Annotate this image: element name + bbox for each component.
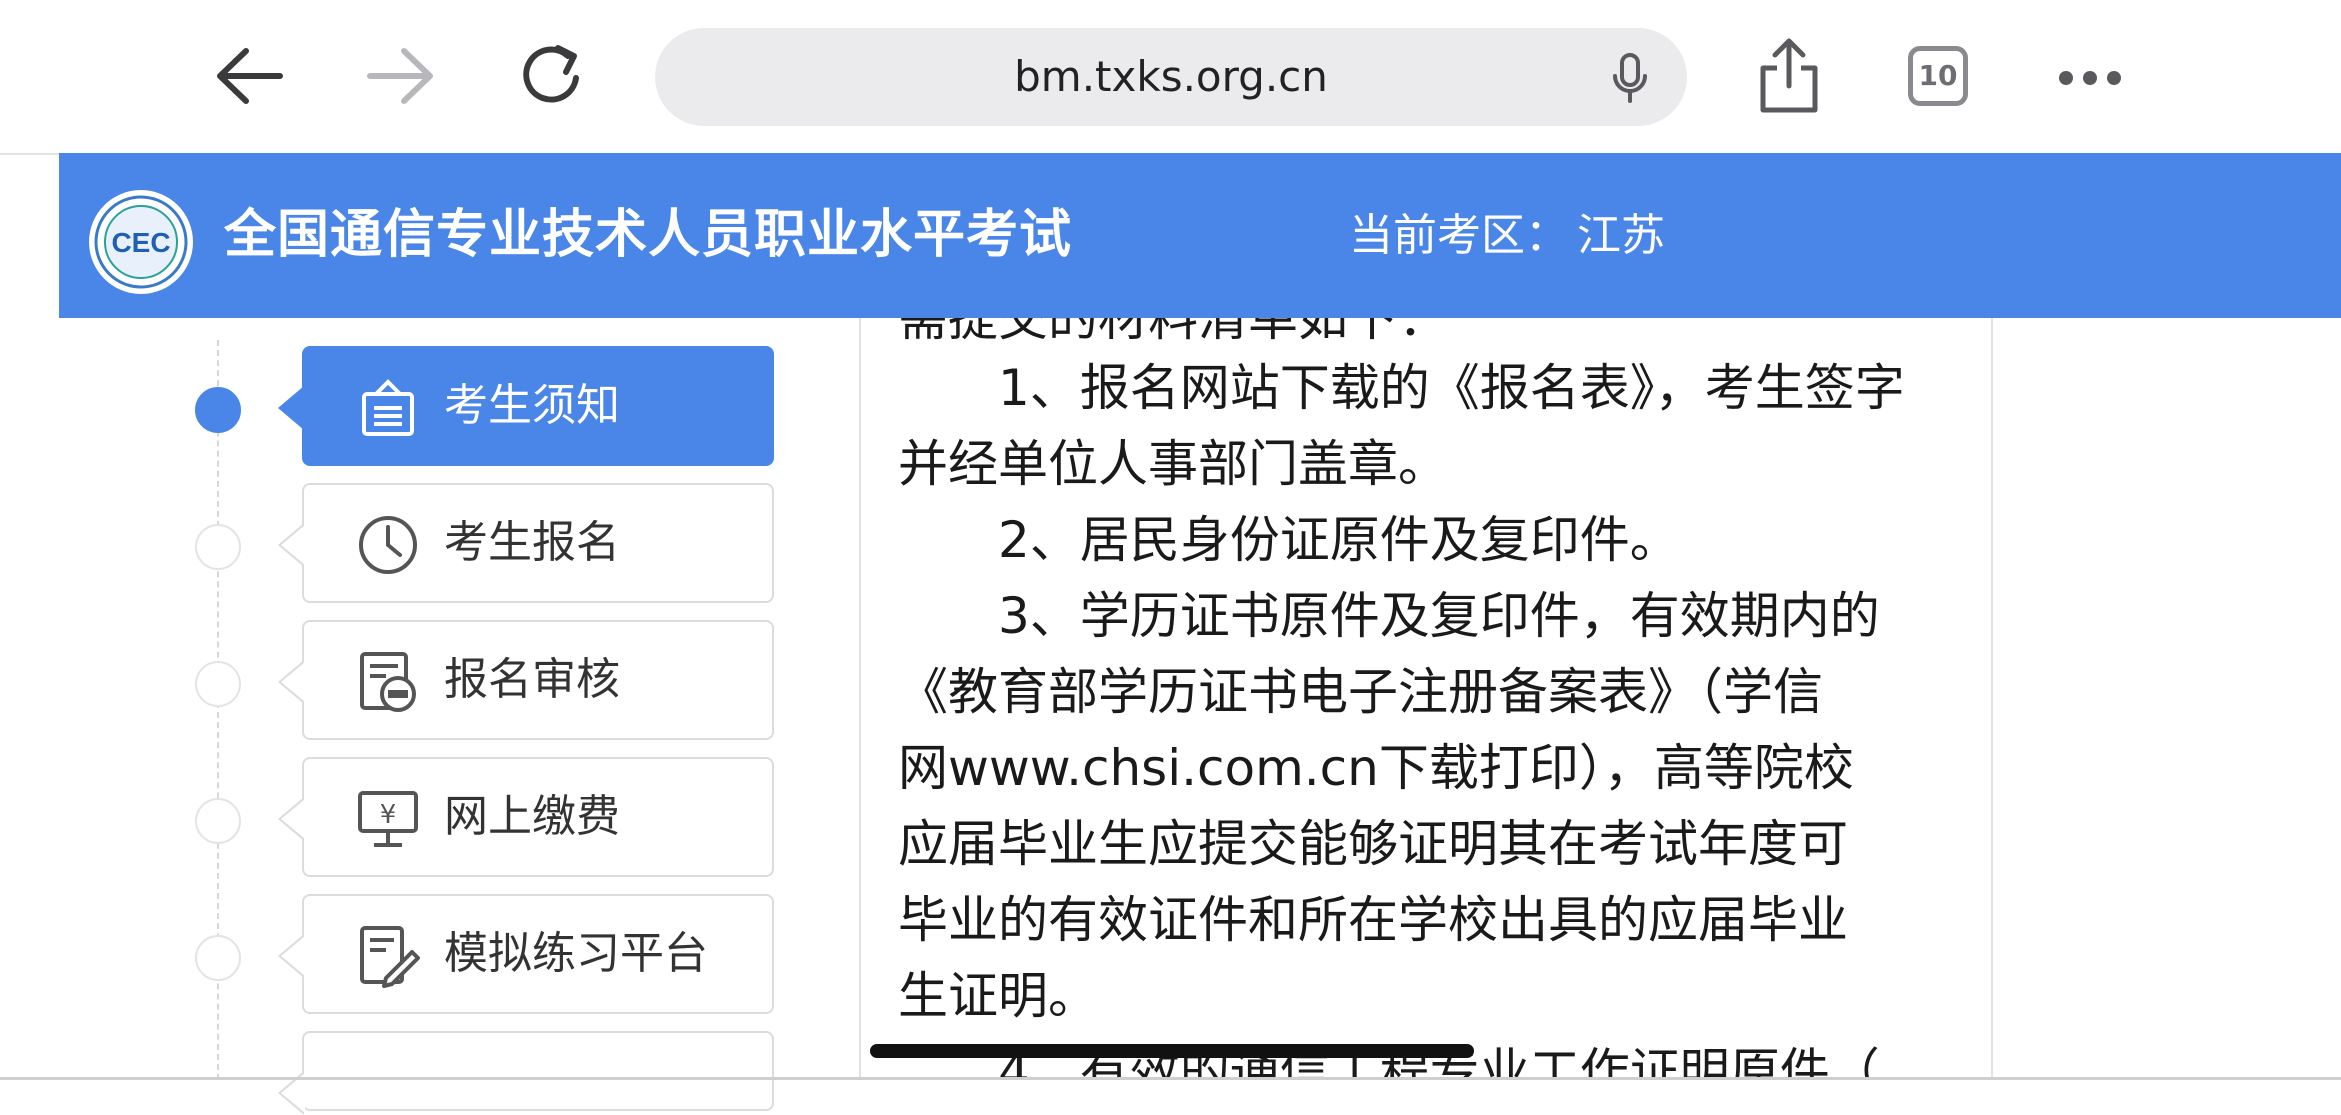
- nav-label: 考生须知: [444, 380, 620, 431]
- share-icon[interactable]: [1755, 36, 1823, 116]
- url-text[interactable]: bm.txks.org.cn: [655, 28, 1687, 126]
- nav-label: 考生报名: [444, 517, 620, 568]
- content-line: 应届毕业生应提交能够证明其在考试年度可: [898, 815, 1848, 873]
- nav-item-registration[interactable]: 考生报名: [278, 483, 774, 603]
- nav-item-review[interactable]: 报名审核: [278, 620, 774, 740]
- content-line: 《教育部学历证书电子注册备案表》（学信: [898, 663, 1823, 721]
- svg-text:CEC: CEC: [111, 227, 170, 258]
- content-line: 网www.chsi.com.cn下载打印），高等院校: [898, 739, 1854, 797]
- svg-text:¥: ¥: [380, 800, 397, 830]
- content-line: 并经单位人事部门盖章。: [898, 435, 1448, 493]
- content-line: 毕业的有效证件和所在学校出具的应届毕业: [898, 891, 1848, 949]
- nav-label: 报名审核: [444, 654, 620, 705]
- content-line: 1、报名网站下载的《报名表》，考生签字: [898, 359, 1905, 417]
- site-header: CEC 全国通信专业技术人员职业水平考试 当前考区： 江苏: [59, 153, 2341, 318]
- clock-icon: [359, 516, 417, 574]
- browser-toolbar: bm.txks.org.cn 10: [0, 0, 2341, 155]
- timeline-dot: [195, 798, 241, 844]
- back-icon[interactable]: [212, 45, 284, 107]
- region-value[interactable]: 江苏: [1577, 153, 1665, 318]
- notice-icon: [362, 379, 414, 436]
- timeline-dot: [195, 524, 241, 570]
- tabs-button[interactable]: 10: [1908, 46, 1968, 106]
- url-bar[interactable]: bm.txks.org.cn: [655, 28, 1687, 126]
- timeline-dot: [195, 661, 241, 707]
- nav-label: 模拟练习平台: [444, 928, 708, 979]
- microphone-icon[interactable]: [1610, 52, 1650, 104]
- payment-icon: ¥: [358, 791, 418, 847]
- reload-icon[interactable]: [518, 40, 588, 112]
- content-line: 生证明。: [898, 967, 1098, 1025]
- home-indicator[interactable]: [870, 1044, 1474, 1058]
- forward-icon[interactable]: [366, 45, 438, 107]
- nav-item-partial[interactable]: [278, 1031, 774, 1115]
- nav-item-payment[interactable]: ¥ 网上缴费: [278, 757, 774, 877]
- timeline-dot: [195, 935, 241, 981]
- content-line: 2、居民身份证原件及复印件。: [898, 511, 1680, 569]
- site-title: 全国通信专业技术人员职业水平考试: [224, 205, 1073, 265]
- content-line: 3、学历证书原件及复印件，有效期内的: [898, 587, 1880, 645]
- timeline-dot: [195, 387, 241, 433]
- nav-item-notice[interactable]: 考生须知: [278, 346, 774, 466]
- region-label: 当前考区：: [1349, 210, 1569, 261]
- more-icon[interactable]: [2058, 70, 2122, 86]
- cec-logo: CEC: [89, 190, 193, 294]
- review-icon: [360, 652, 416, 712]
- notice-content: 需提交的材料清单如下： 1、报名网站下载的《报名表》，考生签字 并经单位人事部门…: [859, 318, 1993, 1080]
- nav-item-practice[interactable]: 模拟练习平台: [278, 894, 774, 1014]
- practice-icon: [360, 926, 420, 988]
- nav-label: 网上缴费: [444, 791, 620, 842]
